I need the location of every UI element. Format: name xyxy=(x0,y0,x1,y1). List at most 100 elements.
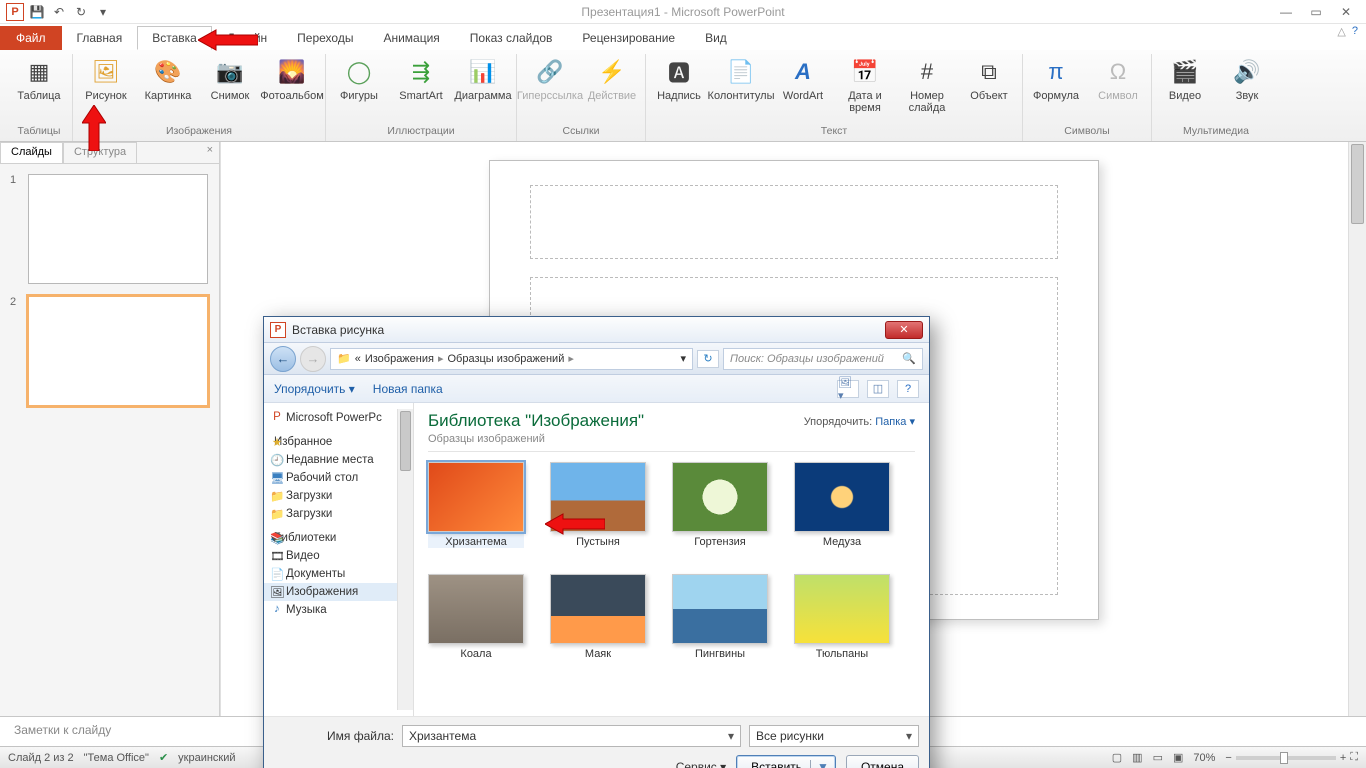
sidebar-item-documents[interactable]: 📄Документы xyxy=(264,565,413,583)
file-item-Хризантема[interactable]: Хризантема xyxy=(428,462,524,548)
file-item-Медуза[interactable]: Медуза xyxy=(794,462,890,548)
sidebar-item-video[interactable]: 🎞Видео xyxy=(264,547,413,565)
view-reading-icon[interactable]: ▭ xyxy=(1153,751,1163,764)
tab-review[interactable]: Рецензирование xyxy=(567,26,690,50)
file-item-Маяк[interactable]: Маяк xyxy=(550,574,646,660)
tab-file[interactable]: Файл xyxy=(0,26,62,50)
album-button[interactable]: 🌄Фотоальбом xyxy=(265,54,319,102)
view-normal-icon[interactable]: ▢ xyxy=(1112,751,1122,764)
screenshot-button[interactable]: 📷Снимок xyxy=(203,54,257,102)
zoom-fit-icon[interactable]: ⛶ xyxy=(1350,751,1358,764)
view-sorter-icon[interactable]: ▥ xyxy=(1132,751,1142,764)
file-thumbnail xyxy=(672,574,768,644)
zoom-in-icon[interactable]: + xyxy=(1340,752,1346,764)
clipart-button[interactable]: 🎨Картинка xyxy=(141,54,195,102)
tab-home[interactable]: Главная xyxy=(62,26,138,50)
restore-button[interactable]: ▭ xyxy=(1304,5,1328,19)
sidebar-item-recent[interactable]: 🕘Недавние места xyxy=(264,451,413,469)
view-slideshow-icon[interactable]: ▣ xyxy=(1173,751,1183,764)
slidenum-button[interactable]: #Номер слайда xyxy=(900,54,954,114)
nav-back-button[interactable]: ← xyxy=(270,346,296,372)
status-language[interactable]: украинский xyxy=(178,752,235,764)
object-button[interactable]: ⧉Объект xyxy=(962,54,1016,102)
vertical-scrollbar[interactable] xyxy=(1348,142,1366,716)
file-item-Коала[interactable]: Коала xyxy=(428,574,524,660)
file-thumbnail xyxy=(794,574,890,644)
group-text: 🅰Надпись 📄Колонтитулы AWordArt 📅Дата и в… xyxy=(646,54,1023,141)
panel-tab-outline[interactable]: Структура xyxy=(63,142,137,163)
undo-icon[interactable]: ↶ xyxy=(50,3,68,21)
smartart-button[interactable]: ⇶SmartArt xyxy=(394,54,448,102)
file-item-Гортензия[interactable]: Гортензия xyxy=(672,462,768,548)
preview-pane-button[interactable]: ◫ xyxy=(867,380,889,398)
cancel-button[interactable]: Отмена xyxy=(846,755,919,768)
newfolder-button[interactable]: Новая папка xyxy=(373,382,443,396)
tab-insert[interactable]: Вставка xyxy=(137,26,212,50)
refresh-button[interactable]: ↻ xyxy=(697,350,719,368)
sidebar-item-favorites[interactable]: ★Избранное xyxy=(264,433,413,451)
tab-view[interactable]: Вид xyxy=(690,26,742,50)
sidebar-item-downloads[interactable]: 📁Загрузки xyxy=(264,487,413,505)
tab-animations[interactable]: Анимация xyxy=(368,26,454,50)
organize-menu[interactable]: Упорядочить ▾ xyxy=(274,382,355,396)
sidebar-item-desktop[interactable]: 🖥Рабочий стол xyxy=(264,469,413,487)
breadcrumb[interactable]: 📁 « Изображения ▸ Образцы изображений ▸ … xyxy=(330,348,693,370)
sidebar-item-music[interactable]: ♪Музыка xyxy=(264,601,413,619)
search-input[interactable]: Поиск: Образцы изображений 🔍 xyxy=(723,348,923,370)
panel-close-icon[interactable]: × xyxy=(201,142,219,163)
dialog-close-button[interactable]: ✕ xyxy=(885,321,923,339)
headerfooter-button[interactable]: 📄Колонтитулы xyxy=(714,54,768,102)
action-icon: ⚡ xyxy=(596,56,628,88)
wordart-button[interactable]: AWordArt xyxy=(776,54,830,102)
audio-button[interactable]: 🔊Звук xyxy=(1220,54,1274,102)
textbox-button[interactable]: 🅰Надпись xyxy=(652,54,706,102)
close-button[interactable]: ✕ xyxy=(1334,5,1358,19)
save-icon[interactable]: 💾 xyxy=(28,3,46,21)
video-button[interactable]: 🎬Видео xyxy=(1158,54,1212,102)
tab-design[interactable]: Дизайн xyxy=(212,26,282,50)
file-item-Пингвины[interactable]: Пингвины xyxy=(672,574,768,660)
filename-input[interactable]: Хризантема▾ xyxy=(402,725,741,747)
filetype-filter[interactable]: Все рисунки▾ xyxy=(749,725,919,747)
minimize-button[interactable]: — xyxy=(1274,5,1298,19)
dialog-help-icon[interactable]: ? xyxy=(897,380,919,398)
chart-button[interactable]: 📊Диаграмма xyxy=(456,54,510,102)
file-item-Пустыня[interactable]: Пустыня xyxy=(550,462,646,548)
insert-button[interactable]: Вставить▼ xyxy=(736,755,836,768)
zoom-out-icon[interactable]: − xyxy=(1225,752,1231,764)
sidebar-item-libraries[interactable]: 📚Библиотеки xyxy=(264,529,413,547)
view-options-button[interactable]: 🖼 ▾ xyxy=(837,380,859,398)
panel-tab-slides[interactable]: Слайды xyxy=(0,142,63,163)
file-item-Тюльпаны[interactable]: Тюльпаны xyxy=(794,574,890,660)
tab-slideshow[interactable]: Показ слайдов xyxy=(455,26,568,50)
redo-icon[interactable]: ↻ xyxy=(72,3,90,21)
title-bar: P 💾 ↶ ↻ ▾ Презентация1 - Microsoft Power… xyxy=(0,0,1366,24)
tools-menu[interactable]: Сервис ▾ xyxy=(676,760,726,768)
dialog-titlebar[interactable]: P Вставка рисунка ✕ xyxy=(264,317,929,343)
sidebar-item-downloads-2[interactable]: 📁Загрузки xyxy=(264,505,413,523)
spellcheck-icon[interactable]: ✔ xyxy=(159,751,168,764)
title-placeholder[interactable] xyxy=(530,185,1058,259)
shapes-button[interactable]: ◯Фигуры xyxy=(332,54,386,102)
sort-selector[interactable]: Упорядочить: Папка ▾ xyxy=(804,415,915,428)
ribbon-minimize-icon[interactable]: △ xyxy=(1337,25,1345,38)
sidebar-scrollbar[interactable] xyxy=(397,409,413,710)
sidebar-item-images[interactable]: 🖼Изображения xyxy=(264,583,413,601)
app-icon: P xyxy=(6,3,24,21)
equation-button[interactable]: πФормула xyxy=(1029,54,1083,102)
picture-button[interactable]: 🖼Рисунок xyxy=(79,54,133,102)
datetime-button[interactable]: 📅Дата и время xyxy=(838,54,892,114)
file-caption: Пингвины xyxy=(695,648,745,660)
file-thumbnail xyxy=(428,462,524,532)
sidebar-item-powerpoint[interactable]: PMicrosoft PowerPc xyxy=(264,409,413,427)
chevron-right-icon: ▸ xyxy=(568,352,574,365)
help-icon[interactable]: ? xyxy=(1352,25,1358,38)
qat-dropdown-icon[interactable]: ▾ xyxy=(94,3,112,21)
slide-thumb-2[interactable]: 2 xyxy=(10,296,209,406)
tab-transitions[interactable]: Переходы xyxy=(282,26,368,50)
chevron-down-icon[interactable]: ▾ xyxy=(680,352,686,365)
file-caption: Маяк xyxy=(585,648,611,660)
slide-thumb-1[interactable]: 1 xyxy=(10,174,209,284)
table-button[interactable]: ▦Таблица xyxy=(12,54,66,102)
zoom-slider[interactable]: − + ⛶ xyxy=(1225,751,1358,764)
